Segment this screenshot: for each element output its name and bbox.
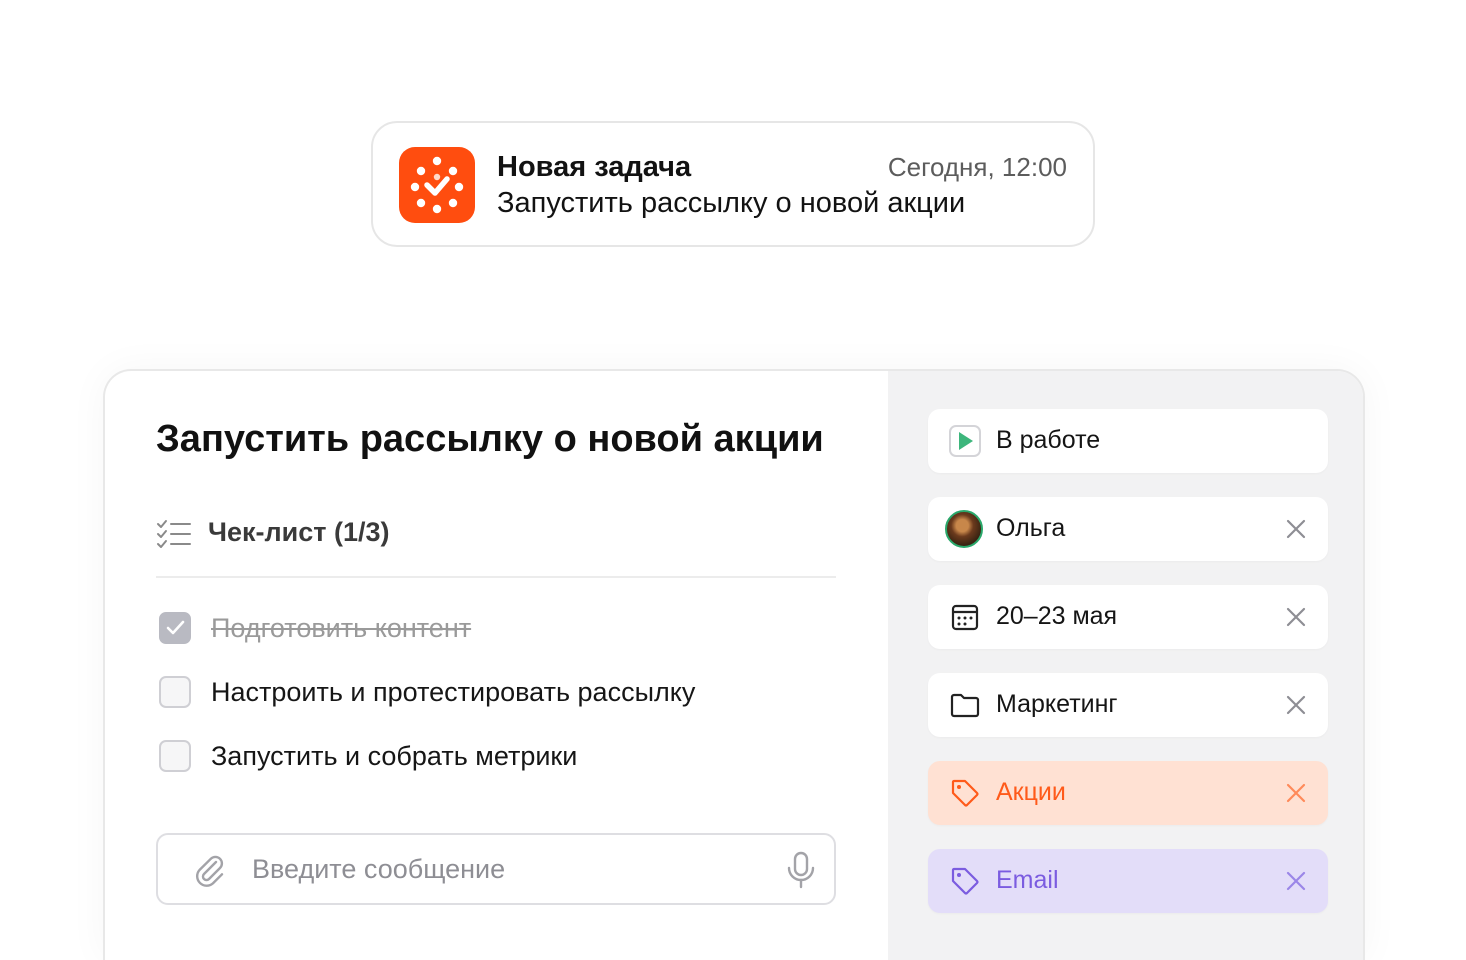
message-input[interactable]: [252, 835, 752, 903]
paperclip-icon[interactable]: [192, 853, 226, 887]
date-label: 20–23 мая: [996, 602, 1118, 630]
checklist-item-label: Подготовить контент: [211, 613, 472, 643]
task-card: Запустить рассылку о новой акции Чек-лис…: [103, 369, 1365, 960]
close-icon[interactable]: [1284, 517, 1308, 541]
divider: [156, 576, 836, 578]
notification-toast[interactable]: Новая задача Сегодня, 12:00 Запустить ра…: [371, 121, 1095, 247]
close-icon[interactable]: [1284, 693, 1308, 717]
date-field[interactable]: 20–23 мая: [928, 585, 1328, 649]
notification-title: Новая задача: [497, 151, 692, 183]
close-icon[interactable]: [1284, 781, 1308, 805]
project-field[interactable]: Маркетинг: [928, 673, 1328, 737]
assignee-label: Ольга: [996, 514, 1066, 542]
microphone-icon[interactable]: [786, 851, 816, 889]
check-icon: [166, 620, 185, 635]
stage: Новая задача Сегодня, 12:00 Запустить ра…: [0, 0, 1466, 960]
checklist-icon: [157, 520, 191, 548]
tag-label: Email: [996, 866, 1059, 894]
checkbox-checked[interactable]: [159, 612, 191, 644]
tag-icon: [951, 867, 979, 895]
calendar-icon: [951, 604, 979, 631]
play-status-icon: [949, 425, 981, 457]
checklist-item-label: Запустить и собрать метрики: [211, 741, 578, 771]
app-logo-icon: [399, 147, 475, 223]
folder-icon: [950, 693, 980, 718]
tag-email[interactable]: Email: [928, 849, 1328, 913]
notification-body: Запустить рассылку о новой акции: [497, 187, 966, 219]
task-title[interactable]: Запустить рассылку о новой акции: [156, 418, 824, 461]
notification-time: Сегодня, 12:00: [887, 152, 1067, 182]
close-icon[interactable]: [1284, 869, 1308, 893]
checklist-label: Чек-лист (1/3): [208, 517, 390, 547]
status-field[interactable]: В работе: [928, 409, 1328, 473]
message-composer: [156, 833, 836, 905]
assignee-field[interactable]: Ольга: [928, 497, 1328, 561]
project-label: Маркетинг: [996, 690, 1118, 718]
close-icon[interactable]: [1284, 605, 1308, 629]
tag-label: Акции: [996, 778, 1066, 806]
task-details-pane: Запустить рассылку о новой акции Чек-лис…: [105, 371, 888, 960]
tag-promotions[interactable]: Акции: [928, 761, 1328, 825]
checkbox-unchecked[interactable]: [159, 676, 191, 708]
status-label: В работе: [996, 426, 1101, 454]
properties-pane: В работе Ольга 20–23 мая Маркетинг Акции…: [888, 371, 1363, 960]
avatar: [945, 510, 983, 548]
tag-icon: [951, 779, 979, 807]
checkbox-unchecked[interactable]: [159, 740, 191, 772]
checklist-item-label: Настроить и протестировать рассылку: [211, 677, 696, 707]
